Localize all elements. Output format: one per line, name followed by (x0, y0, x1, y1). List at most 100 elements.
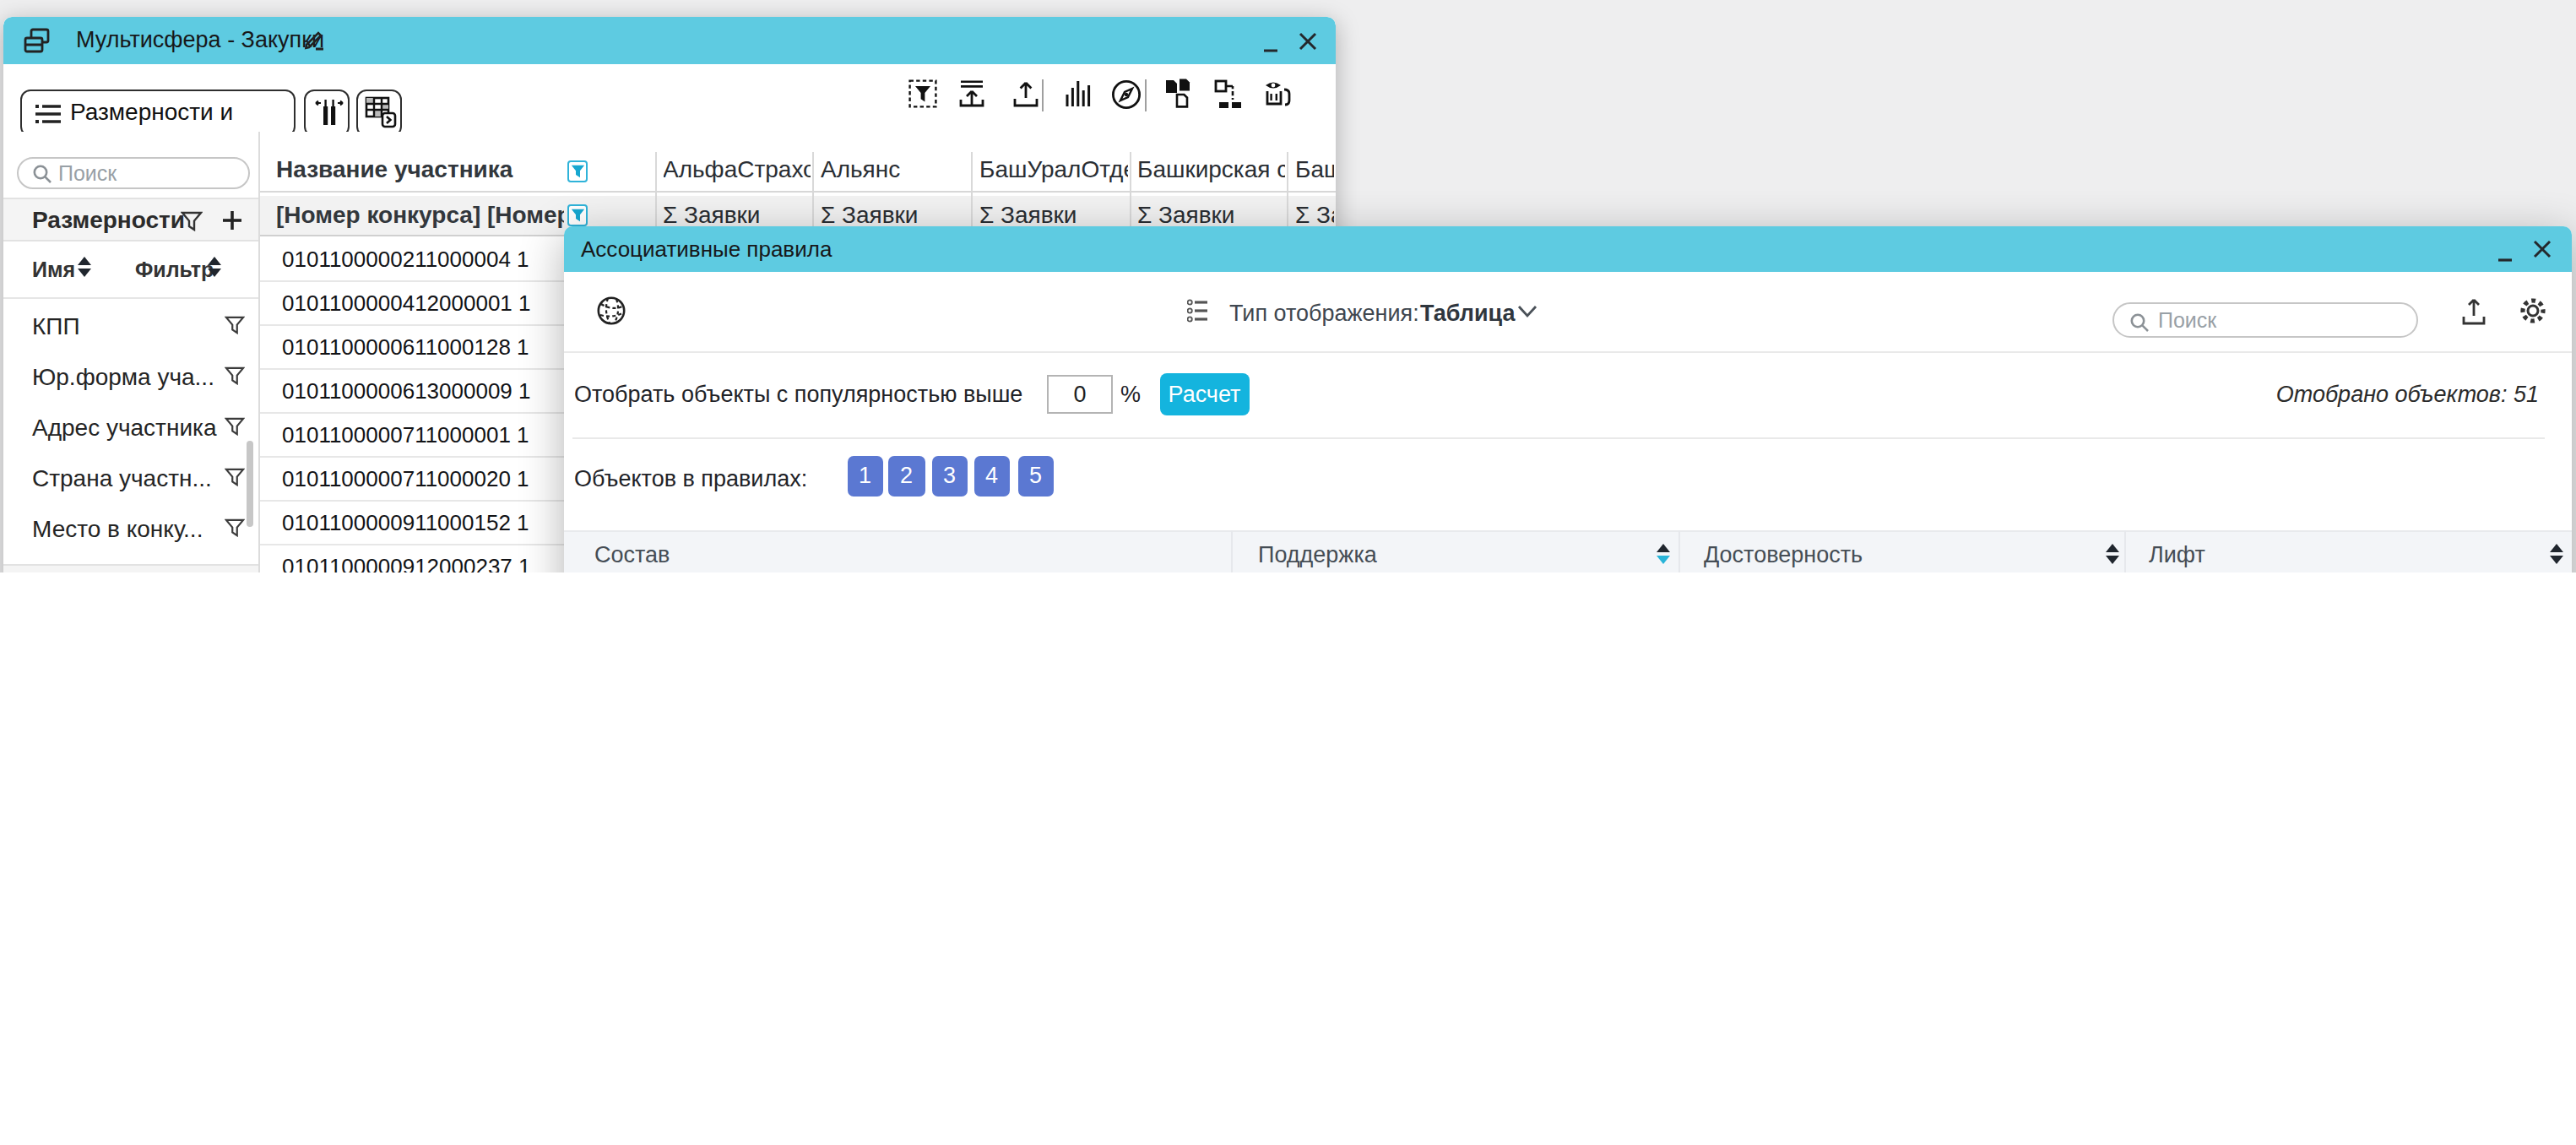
modal-close-button[interactable] (2532, 240, 2551, 258)
dimensions-col-name[interactable]: Имя (32, 258, 75, 281)
sidebar-search-input[interactable]: Поиск (16, 156, 249, 188)
sort-lift-icon[interactable] (2550, 544, 2565, 564)
objects-in-rules-label: Объектов в правилах: (574, 465, 807, 491)
compass-icon[interactable] (1110, 79, 1141, 109)
dimensions-columns-header: Имя Фильтр (3, 241, 258, 299)
dimension-filter-icon[interactable] (224, 316, 244, 334)
selected-objects-info: Отобрано объектов: 51 (2276, 382, 2539, 407)
desktop: Мультисфера - Закупки (0, 0, 2576, 572)
modal-titlebar[interactable]: Ассоциативные правила (563, 226, 2571, 272)
participant-filter-icon[interactable] (567, 160, 588, 182)
company-column-header[interactable]: Альянс (821, 155, 969, 182)
col-podderzhka[interactable]: Поддержка (1258, 531, 1377, 572)
column-border (1287, 151, 1288, 235)
dimension-filter-icon[interactable] (224, 468, 244, 486)
list-icon (33, 100, 62, 126)
measure-column-header[interactable]: Σ Заявки (663, 200, 811, 227)
main-minimize-button[interactable] (1262, 30, 1277, 54)
rule-count-button[interactable]: 3 (931, 456, 968, 497)
filter-area-icon[interactable] (908, 79, 936, 108)
measure-column-header[interactable]: Σ Заявки (1295, 200, 1333, 227)
sort-podderzhka-icon[interactable] (1657, 544, 1672, 564)
chevron-down-icon[interactable] (1516, 304, 1537, 319)
rule-count-button[interactable]: 1 (847, 456, 883, 497)
column-border (1129, 151, 1131, 235)
dimension-item[interactable]: Конкурсы (3, 553, 259, 564)
dimension-item[interactable]: Место в конку... (3, 502, 259, 553)
edit-title-icon[interactable] (302, 29, 326, 52)
dimensions-list: КПП Юр.форма уча... Адрес участника Страна … (3, 299, 259, 564)
dimension-item-label: КПП (32, 312, 80, 339)
association-rules-window: Ассоциативные правила (563, 226, 2571, 572)
hide-eye-icon[interactable] (1261, 78, 1293, 110)
rule-count-button[interactable]: 4 (973, 456, 1010, 497)
lot-filter-icon[interactable] (567, 204, 588, 225)
sort-icon (208, 256, 223, 276)
popularity-filter-label: Отобрать объекты с популярностью выше (574, 382, 1022, 407)
dimension-filter-icon[interactable] (224, 518, 244, 537)
dimension-item[interactable]: КПП (3, 300, 259, 350)
dimension-item[interactable]: Юр.форма уча... (3, 350, 259, 401)
display-type-icon (1187, 299, 1207, 323)
measure-column-header[interactable]: Σ Заявки (979, 200, 1127, 227)
modal-table-header: Состав Поддержка Достоверность Лифт (563, 529, 2571, 572)
dimension-filter-icon[interactable] (224, 366, 244, 385)
main-close-button[interactable] (1298, 31, 1316, 50)
modal-search-input[interactable]: Поиск (2112, 302, 2418, 338)
modal-title: Ассоциативные правила (581, 226, 832, 272)
company-column-header[interactable]: АльфаСтрахова (663, 155, 811, 182)
fit-columns-button[interactable] (304, 90, 350, 137)
participant-header-label[interactable]: Название участника (276, 155, 563, 182)
dimension-item-label: Страна участн... (32, 464, 212, 491)
modal-minimize-button[interactable] (2497, 239, 2512, 263)
sort-dostovernost-icon[interactable] (2105, 544, 2120, 564)
table-view-button[interactable] (356, 90, 402, 137)
column-border (812, 151, 814, 235)
facts-header: Факты (3, 564, 258, 572)
calc-button[interactable]: Расчет (1159, 372, 1250, 415)
main-titlebar[interactable]: Мультисфера - Закупки (3, 17, 1335, 64)
modal-export-icon[interactable] (2459, 297, 2487, 326)
column-border (971, 151, 973, 235)
dimensions-col-filter[interactable]: Фильтр (135, 258, 214, 281)
company-column-header[interactable]: БашУралОтдел (979, 155, 1127, 182)
main-window-title: Мультисфера - Закупки (76, 17, 324, 64)
col-lift[interactable]: Лифт (2149, 531, 2205, 572)
dimension-item-label: Место в конку... (32, 514, 203, 541)
col-dostovernost[interactable]: Достоверность (1704, 531, 1863, 572)
dimensions-facts-button[interactable]: Размерности и факты (19, 90, 295, 137)
chart-icon[interactable] (1064, 79, 1093, 108)
app-windows-icon (21, 26, 52, 55)
search-icon (31, 164, 52, 184)
export-icon[interactable] (1011, 79, 1040, 108)
company-column-header[interactable]: Баш (1295, 155, 1333, 182)
copy-icon[interactable] (1163, 78, 1194, 110)
dimension-item-label: Юр.форма уча... (32, 362, 214, 389)
dimensions-header-label: Размерности (32, 205, 185, 232)
dimension-item[interactable]: Страна участн... (3, 452, 259, 502)
table-panel-icon (365, 96, 397, 128)
percent-label: % (1120, 382, 1141, 407)
rule-count-button[interactable]: 2 (888, 456, 925, 497)
globe-icon[interactable] (596, 296, 626, 326)
hierarchy-icon[interactable] (1213, 79, 1244, 109)
dimensions-scrollbar[interactable] (247, 441, 253, 527)
col-sostav[interactable]: Состав (594, 531, 670, 572)
sidebar: Поиск Размерности Имя Фильтр КПП Юр.форма… (3, 131, 259, 572)
rule-count-button[interactable]: 5 (1017, 456, 1054, 497)
dimension-item[interactable]: Адрес участника (3, 401, 259, 452)
display-type-label: Тип отображения: (1229, 300, 1419, 325)
popularity-input[interactable]: 0 (1047, 374, 1113, 413)
display-type-value[interactable]: Таблица (1420, 300, 1516, 325)
main-toolbar: Размерности и факты (3, 64, 1335, 133)
company-column-header[interactable]: Башкирская ст (1137, 155, 1285, 182)
modal-search-placeholder: Поиск (2158, 304, 2216, 338)
import-icon[interactable] (957, 79, 985, 108)
measure-column-header[interactable]: Σ Заявки (821, 200, 969, 227)
settings-gear-icon[interactable] (2517, 296, 2547, 326)
dimensions-add-icon[interactable] (220, 209, 242, 231)
lot-header-label[interactable]: [Номер конкурса] [Номер лота] (276, 200, 563, 227)
measure-column-header[interactable]: Σ Заявки (1137, 200, 1285, 227)
dimensions-filter-icon[interactable] (180, 210, 202, 231)
dimension-filter-icon[interactable] (224, 417, 244, 436)
